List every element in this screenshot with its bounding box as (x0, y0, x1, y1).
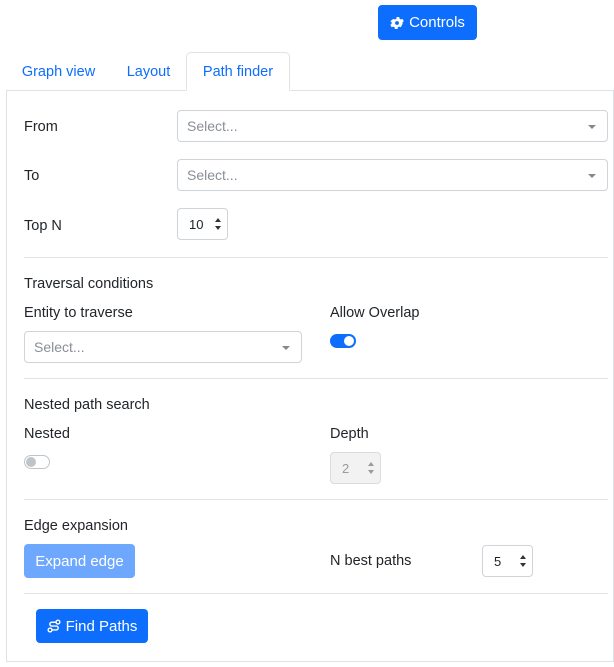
section-divider (24, 378, 608, 379)
increment-icon[interactable] (215, 218, 221, 222)
to-select[interactable]: Select... (177, 159, 608, 191)
find-paths-button[interactable]: Find Paths (36, 609, 148, 643)
increment-icon (368, 462, 374, 466)
entity-select[interactable]: Select... (24, 331, 302, 363)
expand-edge-button[interactable]: Expand edge (24, 544, 135, 578)
section-divider (24, 499, 608, 500)
top-n-label: Top N (24, 218, 62, 234)
controls-label: Controls (409, 14, 465, 31)
increment-icon[interactable] (520, 555, 526, 559)
controls-button[interactable]: Controls (378, 5, 477, 40)
depth-input: 2 (330, 452, 381, 484)
section-divider (24, 257, 608, 258)
allow-overlap-label: Allow Overlap (330, 305, 420, 321)
nested-label: Nested (24, 426, 70, 442)
chevron-down-icon (588, 174, 596, 178)
gear-icon (390, 16, 404, 29)
chevron-down-icon (588, 125, 596, 129)
nested-toggle[interactable] (24, 455, 50, 469)
allow-overlap-toggle[interactable] (330, 334, 356, 348)
depth-label: Depth (330, 426, 369, 442)
edge-expansion-heading: Edge expansion (24, 518, 128, 534)
tab-path-finder[interactable]: Path finder (186, 52, 290, 91)
tab-layout[interactable]: Layout (112, 52, 185, 91)
nested-heading: Nested path search (24, 397, 150, 413)
toggle-knob (344, 336, 354, 346)
decrement-icon[interactable] (520, 563, 526, 567)
from-select[interactable]: Select... (177, 110, 608, 142)
traversal-heading: Traversal conditions (24, 276, 154, 292)
route-icon (47, 619, 61, 633)
tab-divider (6, 90, 614, 91)
n-best-paths-label: N best paths (330, 553, 412, 569)
toggle-knob (26, 457, 36, 467)
decrement-icon (368, 470, 374, 474)
tab-graph-view[interactable]: Graph view (10, 52, 107, 91)
entity-label: Entity to traverse (24, 305, 133, 321)
top-n-input[interactable]: 10 (177, 208, 228, 240)
decrement-icon[interactable] (215, 226, 221, 230)
chevron-down-icon (282, 346, 290, 350)
to-label: To (24, 168, 40, 184)
n-best-paths-input[interactable]: 5 (482, 545, 533, 577)
from-label: From (24, 119, 58, 135)
section-divider (24, 593, 608, 594)
